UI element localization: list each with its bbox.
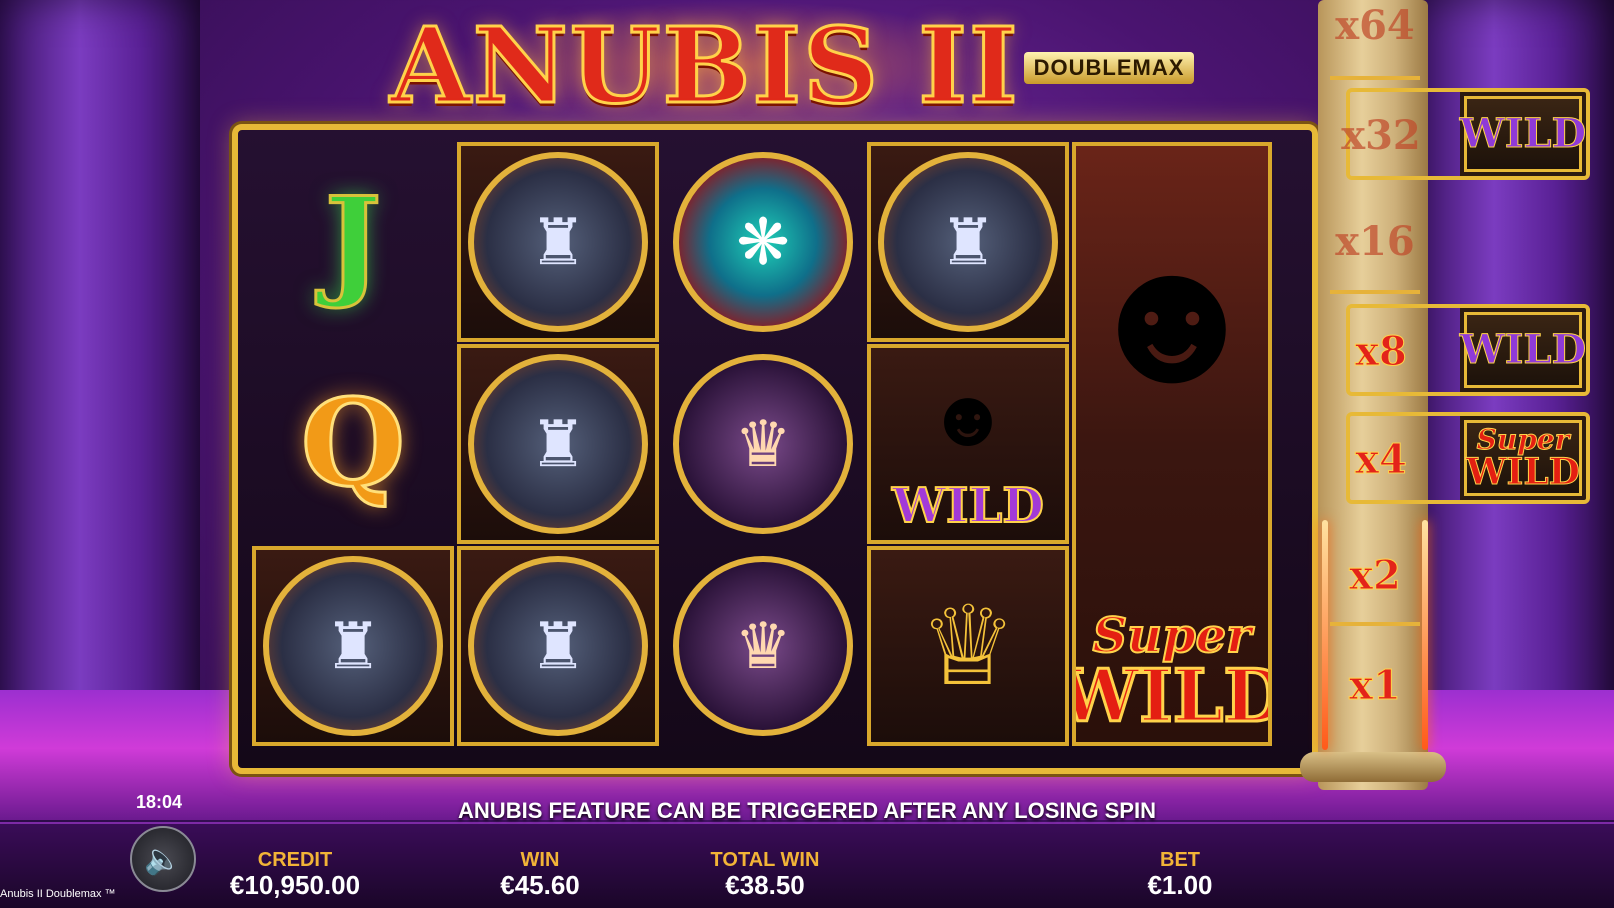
- logo-title: ANUBIS II: [389, 4, 1020, 127]
- multiplier-x2: x2: [1349, 552, 1402, 599]
- super-wild-badge: Super WILD: [1464, 420, 1582, 496]
- lightning-left: [1322, 520, 1328, 750]
- ladder-scroll-base: [1300, 752, 1446, 782]
- feature-banner: ANUBIS FEATURE CAN BE TRIGGERED AFTER AN…: [458, 798, 1156, 823]
- symbol-anubis: ♜: [457, 546, 659, 746]
- multiplier-x4-box: x4 Super WILD: [1346, 412, 1590, 504]
- multiplier-x64: x64: [1335, 2, 1415, 49]
- symbol-scarab: ❋: [662, 142, 864, 342]
- credit-value: €10,950.00: [229, 870, 361, 900]
- credit-label: CREDIT: [257, 849, 333, 871]
- wild-label: WILD: [1076, 653, 1268, 738]
- multiplier-x32: x32: [1341, 112, 1421, 159]
- scarab-icon: ❋: [673, 152, 853, 332]
- logo-subtitle: DOUBLEMAX: [1023, 52, 1195, 84]
- game-name: Anubis II Doublemax ™: [0, 888, 116, 900]
- win-value: €45.60: [500, 870, 580, 900]
- win-label: WIN: [520, 849, 560, 871]
- symbol-anubis: ♜: [457, 142, 659, 342]
- wild-label: WILD: [1466, 451, 1581, 493]
- symbol-anubis: ♜: [252, 546, 454, 746]
- cleopatra-icon: ♛: [673, 556, 853, 736]
- anubis-icon: ♜: [878, 152, 1058, 332]
- ladder-rung: [1330, 622, 1420, 626]
- anubis-icon: ♜: [468, 152, 648, 332]
- total-win-display: TOTAL WIN €38.50: [700, 850, 830, 901]
- multiplier-x8: x8: [1355, 328, 1408, 375]
- wild-label: WILD: [1459, 110, 1587, 157]
- ladder-rung: [1330, 76, 1420, 80]
- lightning-right: [1422, 520, 1428, 750]
- multiplier-x16: x16: [1335, 218, 1415, 265]
- sound-button[interactable]: 🔈: [130, 826, 196, 892]
- wild-badge: WILD: [1459, 312, 1587, 388]
- j-letter: J: [323, 171, 383, 312]
- reels-grid: J Q ♜ ♜ ♜ ♜ ❋ ♛ ♛ ♜ ☻ WILD ♕ ☻ Super WIL…: [252, 142, 1292, 750]
- total-win-label: TOTAL WIN: [710, 849, 820, 871]
- explorer-face-icon: ☻: [925, 373, 1011, 462]
- multiplier-x32-box: x32 WILD: [1341, 88, 1590, 180]
- left-pillar: [0, 0, 200, 760]
- symbol-pharaoh: ♕: [867, 546, 1069, 746]
- symbol-cleopatra: ♛: [662, 344, 864, 544]
- speaker-icon: 🔈: [144, 842, 182, 876]
- bet-label: BET: [1160, 849, 1200, 871]
- total-win-value: €38.50: [725, 870, 805, 900]
- explorer-hero-icon: ☻: [1077, 219, 1267, 420]
- ladder-rung: [1330, 290, 1420, 294]
- q-letter: Q: [299, 373, 407, 514]
- clock: 18:04: [136, 792, 183, 812]
- symbol-cleopatra: ♛: [662, 546, 864, 746]
- super-wild-reel: ☻ Super WILD: [1072, 142, 1272, 746]
- symbol-wild: ☻ WILD: [867, 344, 1069, 544]
- anubis-icon: ♜: [468, 354, 648, 534]
- win-display: WIN €45.60: [480, 850, 600, 901]
- symbol-anubis: ♜: [457, 344, 659, 544]
- multiplier-x8-box: x8 WILD: [1346, 304, 1590, 396]
- credit-display: CREDIT €10,950.00: [210, 850, 380, 901]
- super-label: Super: [1476, 423, 1570, 456]
- bet-value[interactable]: €1.00: [1130, 870, 1230, 901]
- multiplier-x1: x1: [1349, 662, 1402, 709]
- anubis-icon: ♜: [468, 556, 648, 736]
- multiplier-x4: x4: [1355, 436, 1408, 483]
- cleopatra-icon: ♛: [673, 354, 853, 534]
- wild-badge: WILD: [1459, 96, 1587, 172]
- wild-label: WILD: [1459, 326, 1587, 373]
- symbol-j: J: [252, 142, 454, 342]
- pharaoh-mask-icon: ♕: [918, 585, 1018, 708]
- anubis-icon: ♜: [263, 556, 443, 736]
- symbol-anubis: ♜: [867, 142, 1069, 342]
- game-logo: ANUBIS II DOUBLEMAX: [389, 0, 1195, 127]
- bet-display[interactable]: BET €1.00: [1130, 850, 1230, 901]
- symbol-q: Q: [252, 344, 454, 544]
- wild-label: WILD: [891, 477, 1045, 535]
